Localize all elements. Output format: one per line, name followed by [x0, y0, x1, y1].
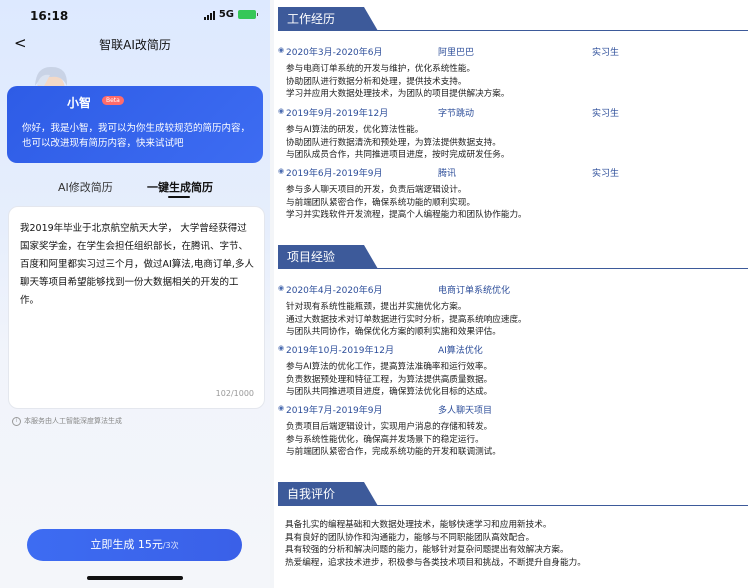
status-time: 16:18	[30, 9, 69, 23]
bullet-icon: ◉	[278, 46, 285, 54]
home-indicator	[87, 576, 183, 580]
entry-line: 协助团队进行数据分析和处理，提供技术支持。	[286, 76, 467, 87]
status-indicators: 5G	[203, 9, 258, 20]
entry-role: 实习生	[592, 169, 620, 179]
experience-input-value[interactable]: 我2019年毕业于北京航空航天大学， 大学曾经获得过国家奖学金，在学生会担任组织…	[20, 220, 254, 310]
entry-org: 电商订单系统优化	[438, 286, 511, 296]
entry-line: 与前端团队紧密合作，确保系统功能的顺利实现。	[286, 197, 476, 208]
mode-tabs: AI修改简历 一键生成简历	[0, 178, 270, 202]
entry-line: 与前端团队紧密合作，完成系统功能的开发和联调测试。	[286, 447, 501, 457]
page-title: 智联AI改简历	[99, 38, 171, 52]
entry-line: 参与系统性能优化，确保高并发场景下的稳定运行。	[286, 434, 484, 445]
assistant-name: 小智	[67, 96, 92, 110]
section-self-header: 自我评价	[278, 482, 748, 506]
ai-notice: i 本服务由人工智能深度算法生成	[12, 416, 122, 426]
tab-generate-resume[interactable]: 一键生成简历	[147, 179, 213, 195]
generate-button[interactable]: 立即生成 15元/3次	[27, 529, 242, 561]
resume-preview: 工作经历 ◉ 2020年3月-2020年6月 阿里巴巴 实习生 参与电商订单系统的开发…	[274, 0, 750, 588]
work-entry: ◉ 2019年9月-2019年12月 字节跳动 实习生 参与AI算法的研发，优化算法性…	[278, 106, 744, 162]
entry-org: 字节跳动	[438, 109, 475, 119]
work-entry: ◉ 2019年6月-2019年9月 腾讯 实习生 参与多人聊天项目的开发，负责后端逻辑…	[278, 166, 744, 222]
section-self-title: 自我评价	[287, 487, 336, 501]
project-entry: ◉ 2019年10月-2019年12月 AI算法优化 参与AI算法的优化工作，提高算…	[278, 343, 744, 399]
entry-line: 与团队共同推进项目进度，确保算法优化目标的达成。	[286, 387, 493, 397]
entry-line: 参与多人聊天项目的开发，负责后端逻辑设计。	[286, 185, 467, 195]
bullet-icon: ◉	[278, 107, 285, 115]
info-icon: i	[12, 416, 21, 426]
entry-line: 通过大数据技术对订单数据进行实时分析，提高系统响应速度。	[286, 314, 527, 325]
entry-org: 腾讯	[438, 169, 457, 179]
assistant-intro-card: 小智 Beta 你好，我是小智，我可以为你生成较规范的简历内容，也可以改进现有简…	[7, 86, 263, 163]
battery-icon	[238, 10, 258, 19]
self-evaluation: 具备扎实的编程基础和大数据处理技术，能够快速学习和应用新技术。 具有良好的团队协…	[285, 519, 745, 569]
experience-input[interactable]: 我2019年毕业于北京航空航天大学， 大学曾经获得过国家奖学金，在学生会担任组织…	[8, 206, 265, 409]
work-entry: ◉ 2020年3月-2020年6月 阿里巴巴 实习生 参与电商订单系统的开发与维护，优…	[278, 45, 744, 101]
status-bar: 16:18 5G	[0, 0, 270, 30]
section-rule	[278, 505, 748, 506]
bullet-icon: ◉	[278, 344, 285, 352]
beta-badge: Beta	[102, 96, 124, 105]
entry-role: 实习生	[592, 109, 620, 119]
section-project-header: 项目经验	[278, 245, 748, 269]
self-eval-line: 热爱编程，追求技术进步，积极参与各类技术项目和挑战，不断提升自身能力。	[285, 557, 586, 568]
generate-quota: /3次	[162, 541, 179, 550]
project-entry: ◉ 2019年7月-2019年9月 多人聊天项目 负责项目后端逻辑设计，实现用户消息…	[278, 403, 744, 459]
ai-notice-text: 本服务由人工智能深度算法生成	[24, 417, 122, 425]
active-tab-indicator	[168, 196, 190, 198]
entry-role: 实习生	[592, 48, 620, 58]
entry-line: 负责项目后端逻辑设计，实现用户消息的存储和转发。	[286, 422, 493, 432]
nav-bar: < 智联AI改简历	[0, 32, 270, 56]
entry-date: 2019年10月-2019年12月	[286, 346, 394, 356]
entry-line: 参与AI算法的优化工作，提高算法准确率和运行效率。	[286, 362, 493, 372]
entry-org: 多人聊天项目	[438, 406, 493, 416]
entry-org: AI算法优化	[438, 346, 483, 356]
bullet-icon: ◉	[278, 284, 285, 292]
entry-date: 2019年6月-2019年9月	[286, 169, 383, 179]
section-work-title: 工作经历	[287, 12, 336, 26]
entry-line: 参与电商订单系统的开发与维护，优化系统性能。	[286, 64, 476, 74]
entry-line: 学习并应用大数据处理技术，为团队的项目提供解决方案。	[286, 89, 510, 99]
signal-icon	[203, 10, 215, 20]
generate-button-label: 立即生成 15元	[90, 538, 163, 551]
entry-line: 参与AI算法的研发，优化算法性能。	[286, 125, 424, 135]
network-label: 5G	[218, 9, 234, 20]
entry-org: 阿里巴巴	[438, 48, 475, 58]
tab-ai-edit-resume[interactable]: AI修改简历	[58, 179, 113, 195]
section-rule	[278, 30, 748, 31]
entry-line: 负责数据预处理和特征工程，为算法提供高质量数据。	[286, 374, 493, 385]
entry-line: 与团队成员合作，共同推进项目进度，按时完成研发任务。	[286, 150, 510, 160]
entry-line: 学习并实践软件开发流程，提高个人编程能力和团队协作能力。	[286, 210, 527, 220]
bullet-icon: ◉	[278, 404, 285, 412]
self-eval-line: 具备扎实的编程基础和大数据处理技术，能够快速学习和应用新技术。	[285, 520, 552, 530]
self-eval-line: 具有良好的团队协作和沟通能力，能够与不同职能团队高效配合。	[285, 532, 535, 543]
entry-date: 2019年9月-2019年12月	[286, 109, 389, 119]
entry-line: 针对现有系统性能瓶颈，提出并实施优化方案。	[286, 302, 467, 312]
bullet-icon: ◉	[278, 167, 285, 175]
section-work-header: 工作经历	[278, 7, 748, 31]
entry-line: 与团队共同协作，确保优化方案的顺利实施和效果评估。	[286, 327, 501, 337]
section-rule	[278, 268, 748, 269]
project-entry: ◉ 2020年4月-2020年6月 电商订单系统优化 针对现有系统性能瓶颈，提出并实…	[278, 283, 744, 339]
character-counter: 102/1000	[215, 389, 254, 398]
self-eval-line: 具有较强的分析和解决问题的能力，能够针对复杂问题提出有效解决方案。	[285, 545, 569, 555]
entry-line: 协助团队进行数据清洗和预处理，为算法提供数据支持。	[286, 137, 501, 148]
section-project-title: 项目经验	[287, 250, 336, 264]
entry-date: 2019年7月-2019年9月	[286, 406, 383, 416]
entry-date: 2020年4月-2020年6月	[286, 286, 383, 296]
assistant-intro-text: 你好，我是小智，我可以为你生成较规范的简历内容，也可以改进现有简历内容，快来试试…	[22, 123, 251, 149]
phone-screen: 16:18 5G < 智联AI改简历 小智 Beta 你好，我是小智，我可以为你…	[0, 0, 270, 588]
entry-date: 2020年3月-2020年6月	[286, 48, 383, 58]
